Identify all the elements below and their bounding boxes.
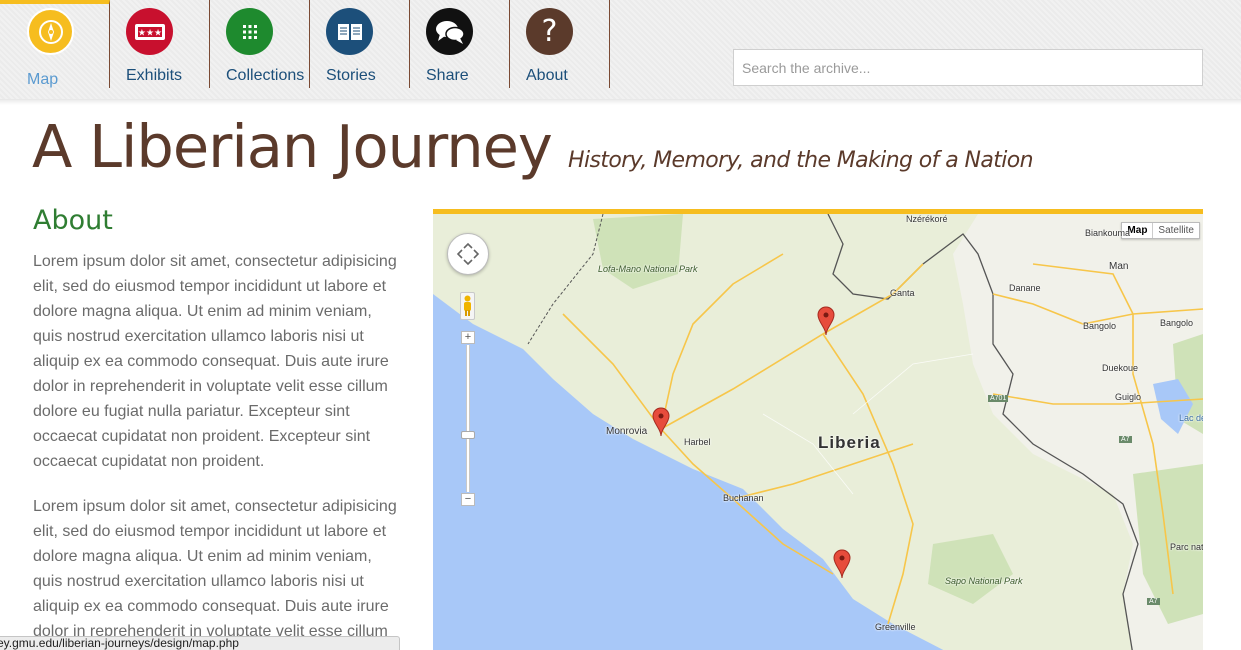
map-type-satellite-button[interactable]: Satellite	[1153, 223, 1199, 238]
map-label: Ganta	[890, 288, 915, 298]
zoom-in-button[interactable]: +	[461, 331, 475, 344]
road-shield: A701	[988, 395, 1009, 402]
book-icon	[326, 8, 373, 55]
zoom-slider-track[interactable]	[466, 345, 470, 492]
nav-label-exhibits: Exhibits	[126, 67, 183, 84]
map-label: Buchanan	[723, 493, 764, 503]
search-input[interactable]	[733, 49, 1203, 86]
about-paragraph: Lorem ipsum dolor sit amet, consectetur …	[33, 498, 397, 640]
nav-item-share[interactable]: Share	[410, 0, 510, 88]
about-heading: About	[33, 205, 113, 236]
map-label: Duekoue	[1102, 363, 1139, 373]
map-label: Man	[1109, 261, 1129, 272]
map-marker-pin-icon[interactable]	[833, 549, 851, 579]
site-title: A Liberian Journey	[32, 112, 553, 181]
map-label: Nzérékoré	[906, 214, 948, 224]
map-label: Guiglo	[1115, 392, 1142, 402]
ticket-icon: ★★★	[126, 8, 173, 55]
map-marker-pin-icon[interactable]	[652, 407, 670, 437]
map-label: Lofa-Mano National Park	[598, 264, 698, 274]
map-widget[interactable]: Map Satellite + − Nzérékoré Biankouma Ma…	[433, 209, 1203, 650]
nav-item-exhibits[interactable]: ★★★ Exhibits	[110, 0, 210, 88]
nav-item-about[interactable]: ? About	[510, 0, 610, 88]
map-label: Monrovia	[606, 426, 648, 437]
map-canvas	[433, 214, 1203, 650]
map-label: Harbel	[684, 437, 711, 447]
map-label: Greenville	[875, 622, 916, 632]
speech-bubbles-icon	[426, 8, 473, 55]
nav-item-collections[interactable]: Collections	[210, 0, 310, 88]
nav-label-map: Map	[27, 71, 59, 88]
map-type-control: Map Satellite	[1121, 222, 1200, 239]
svg-text:★★★: ★★★	[137, 28, 161, 38]
compass-icon	[27, 8, 74, 55]
road-shield: A7	[1147, 598, 1160, 605]
map-country-label: Liberia	[818, 433, 881, 452]
about-paragraph: Lorem ipsum dolor sit amet, consectetur …	[33, 253, 397, 470]
map-label: Bangolo	[1160, 318, 1194, 328]
nav-label-collections: Collections	[226, 67, 305, 84]
street-view-pegman-icon[interactable]	[460, 292, 475, 320]
pan-control[interactable]	[447, 233, 489, 275]
grid-icon	[226, 8, 273, 55]
site-subtitle: History, Memory, and the Making of a Nat…	[568, 148, 1034, 173]
question-mark-icon: ?	[526, 8, 573, 55]
road-shield: A7	[1119, 436, 1132, 443]
nav-item-map[interactable]: Map	[0, 0, 110, 88]
status-url: ey.gmu.edu/liberian-journeys/design/map.…	[0, 636, 239, 650]
map-label: Biankouma	[1085, 228, 1131, 238]
nav-label-stories: Stories	[326, 67, 376, 84]
map-label: Danane	[1009, 283, 1041, 293]
nav-label-about: About	[526, 67, 568, 84]
map-label: Parc nat	[1170, 542, 1203, 552]
zoom-slider-thumb[interactable]	[461, 431, 475, 439]
top-navigation-bar: Map ★★★ Exhibits Collections Stories Sha…	[0, 0, 1241, 105]
map-label: Bangolo	[1083, 321, 1117, 331]
zoom-out-button[interactable]: −	[461, 493, 475, 506]
pan-arrows-icon	[456, 242, 480, 266]
map-label: Lac de	[1179, 413, 1203, 423]
map-label: Sapo National Park	[945, 576, 1023, 586]
nav-item-stories[interactable]: Stories	[310, 0, 410, 88]
browser-status-bar: ey.gmu.edu/liberian-journeys/design/map.…	[0, 636, 400, 650]
map-marker-pin-icon[interactable]	[817, 306, 835, 336]
nav-label-share: Share	[426, 67, 469, 84]
